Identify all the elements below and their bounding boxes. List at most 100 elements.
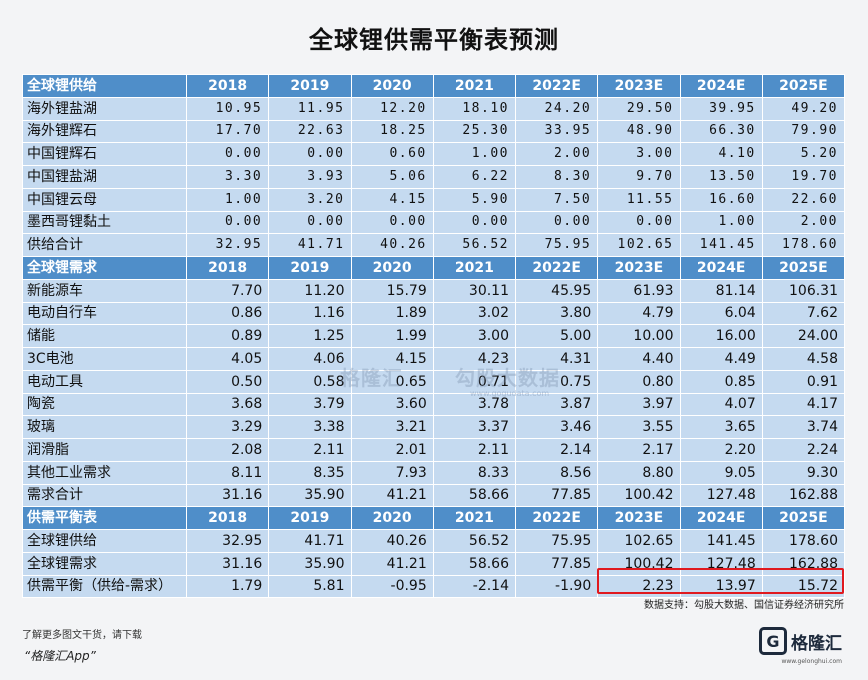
year-header-cell: 2023E	[597, 506, 681, 530]
row-label: 3C电池	[22, 347, 187, 371]
value-cell: 0.00	[185, 142, 270, 166]
value-cell: 6.04	[679, 301, 763, 326]
value-cell: 35.90	[268, 551, 352, 576]
value-cell: 32.95	[185, 233, 270, 257]
value-cell: 31.16	[185, 551, 270, 576]
value-cell: 15.72	[761, 574, 846, 599]
value-cell: 3.21	[350, 415, 434, 439]
table-row: 陶瓷 3.68 3.79 3.60 3.78 3.87 3.97 4.07 4.17	[22, 392, 846, 417]
row-label: 其他工业需求	[22, 460, 187, 485]
value-cell: 0.60	[350, 142, 434, 166]
value-cell: 8.30	[514, 165, 599, 189]
value-cell: 5.81	[268, 574, 352, 599]
value-cell: 9.05	[679, 460, 763, 485]
value-cell: 16.60	[679, 187, 763, 212]
row-label: 中国锂辉石	[22, 142, 187, 166]
value-cell: 66.30	[679, 119, 763, 144]
logo-url: www.gelonghui.com	[781, 658, 842, 665]
value-cell: 81.14	[679, 278, 763, 303]
value-cell: 11.95	[268, 96, 352, 121]
value-cell: 1.00	[432, 142, 517, 166]
value-cell: 49.20	[761, 96, 846, 121]
value-cell: 178.60	[761, 529, 846, 553]
value-cell: 25.30	[432, 119, 517, 144]
value-cell: 9.70	[597, 165, 681, 189]
value-cell: 18.25	[350, 119, 434, 144]
value-cell: 39.95	[679, 96, 763, 121]
year-header-cell: 2018	[185, 256, 270, 280]
value-cell: 4.17	[761, 392, 846, 417]
value-cell: 0.91	[761, 369, 846, 394]
table-row: 全球锂需求 31.16 35.90 41.21 58.66 77.85 100.42 127.…	[22, 551, 846, 576]
value-cell: 0.00	[350, 210, 434, 235]
value-cell: 102.65	[597, 529, 681, 553]
value-cell: 16.00	[679, 324, 763, 348]
value-cell: 9.30	[761, 460, 846, 485]
value-cell: 3.29	[185, 415, 270, 439]
row-label: 全球锂需求	[22, 551, 187, 576]
value-cell: 56.52	[432, 529, 517, 553]
year-header-cell: 2021	[432, 506, 517, 530]
value-cell: 30.11	[432, 278, 517, 303]
year-header-cell: 2024E	[679, 74, 763, 98]
year-header-cell: 2019	[268, 74, 352, 98]
year-header-cell: 2022E	[514, 506, 599, 530]
row-label: 供给合计	[22, 233, 187, 257]
value-cell: 10.00	[597, 324, 681, 348]
value-cell: 41.71	[268, 233, 352, 257]
value-cell: 0.85	[679, 369, 763, 394]
value-cell: 5.06	[350, 165, 434, 189]
value-cell: 0.00	[268, 142, 352, 166]
value-cell: 6.22	[432, 165, 517, 189]
year-header-cell: 2022E	[514, 74, 599, 98]
value-cell: 79.90	[761, 119, 846, 144]
value-cell: 45.95	[514, 278, 599, 303]
value-cell: 3.93	[268, 165, 352, 189]
value-cell: 13.97	[679, 574, 763, 599]
value-cell: 3.02	[432, 301, 517, 326]
table-row: 其他工业需求 8.11 8.35 7.93 8.33 8.56 8.80 9.05 9.30	[22, 460, 846, 485]
value-cell: 100.42	[597, 551, 681, 576]
value-cell: 3.97	[597, 392, 681, 417]
lithium-balance-table-container: 全球锂供给 2018 2019 2020 2021 2022E 2023E 2024E 2025…	[22, 74, 846, 599]
value-cell: 162.88	[761, 483, 846, 508]
value-cell: 1.00	[185, 187, 270, 212]
value-cell: 0.00	[185, 210, 270, 235]
value-cell: 18.10	[432, 96, 517, 121]
value-cell: 40.26	[350, 529, 434, 553]
row-label: 玻璃	[22, 415, 187, 439]
value-cell: 2.24	[761, 438, 846, 462]
value-cell: 77.85	[514, 551, 599, 576]
value-cell: 127.48	[679, 483, 763, 508]
value-cell: 10.95	[185, 96, 270, 121]
row-label: 电动自行车	[22, 301, 187, 326]
value-cell: 4.05	[185, 347, 270, 371]
value-cell: 141.45	[679, 529, 763, 553]
value-cell: 32.95	[185, 529, 270, 553]
value-cell: 3.37	[432, 415, 517, 439]
value-cell: 106.31	[761, 278, 846, 303]
year-header-cell: 2025E	[761, 256, 846, 280]
value-cell: 0.00	[514, 210, 599, 235]
table-row: 全球锂供给 32.95 41.71 40.26 56.52 75.95 102.65 141.…	[22, 529, 846, 553]
value-cell: 8.35	[268, 460, 352, 485]
table-row: 中国锂盐湖 3.30 3.93 5.06 6.22 8.30 9.70 13.50 19.70	[22, 165, 846, 189]
value-cell: 5.90	[432, 187, 517, 212]
table-row: 电动自行车 0.86 1.16 1.89 3.02 3.80 4.79 6.04 7.62	[22, 301, 846, 326]
value-cell: 35.90	[268, 483, 352, 508]
row-label: 新能源车	[22, 278, 187, 303]
year-header-cell: 2018	[185, 506, 270, 530]
value-cell: 8.80	[597, 460, 681, 485]
value-cell: 3.80	[514, 301, 599, 326]
year-header-cell: 2020	[350, 74, 434, 98]
year-header-cell: 2020	[350, 506, 434, 530]
value-cell: 2.11	[268, 438, 352, 462]
value-cell: 12.20	[350, 96, 434, 121]
value-cell: 5.20	[761, 142, 846, 166]
row-label: 海外锂辉石	[22, 119, 187, 144]
table-row: 墨西哥锂黏土 0.00 0.00 0.00 0.00 0.00 0.00 1.00 2.00	[22, 210, 846, 235]
value-cell: 4.49	[679, 347, 763, 371]
value-cell: 5.00	[514, 324, 599, 348]
value-cell: 2.14	[514, 438, 599, 462]
row-label: 中国锂云母	[22, 187, 187, 212]
